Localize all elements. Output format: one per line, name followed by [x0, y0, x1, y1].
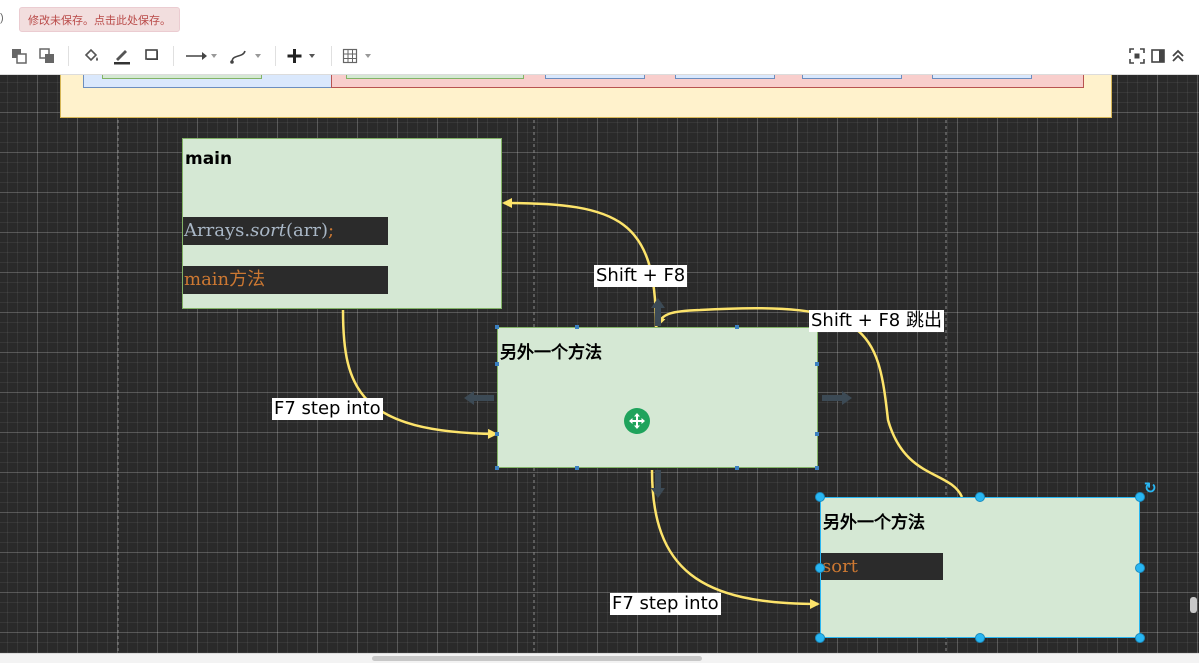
code-args: (arr): [286, 220, 328, 241]
resize-handle[interactable]: [975, 492, 985, 502]
connection-point[interactable]: [495, 432, 499, 436]
node-main-label-line: main方法: [183, 266, 388, 294]
connection-point[interactable]: [575, 466, 579, 470]
hover-arrow-up-icon[interactable]: [648, 296, 668, 328]
edge-label-shift-f8[interactable]: Shift + F8: [594, 265, 688, 287]
hover-arrow-right-icon[interactable]: [818, 388, 854, 408]
code-prefix: Arrays.: [184, 220, 251, 241]
resize-handle[interactable]: [815, 633, 825, 643]
rotate-handle-icon[interactable]: ↻: [1144, 479, 1157, 497]
resize-handle[interactable]: [1135, 563, 1145, 573]
connection-point[interactable]: [735, 325, 739, 329]
resize-handle[interactable]: [975, 633, 985, 643]
node-main[interactable]: main Arrays.sort(arr); main方法: [182, 138, 502, 309]
hover-arrow-left-icon[interactable]: [462, 388, 498, 408]
resize-handle[interactable]: [1135, 633, 1145, 643]
connection-point[interactable]: [815, 466, 819, 470]
connection-point[interactable]: [495, 325, 499, 329]
edge-label-f7-step-into[interactable]: F7 step into: [272, 398, 383, 420]
move-cursor-icon: [624, 408, 650, 434]
connection-point[interactable]: [815, 362, 819, 366]
resize-handle[interactable]: [815, 492, 825, 502]
connection-point[interactable]: [575, 325, 579, 329]
resize-handle[interactable]: [815, 563, 825, 573]
node-main-code-line: Arrays.sort(arr);: [183, 217, 388, 245]
edge-other-to-sort: [650, 469, 820, 609]
connection-point[interactable]: [495, 362, 499, 366]
node-other-method[interactable]: 另外一个方法: [497, 327, 818, 468]
node-sort-title: 另外一个方法: [823, 513, 925, 533]
connection-point[interactable]: [815, 432, 819, 436]
connection-point[interactable]: [735, 466, 739, 470]
code-method: sort: [250, 220, 286, 241]
horizontal-scrollbar[interactable]: [372, 656, 702, 661]
node-main-title: main: [185, 149, 233, 169]
code-semicolon: ;: [328, 220, 335, 241]
node-other-method-title: 另外一个方法: [500, 343, 602, 363]
node-sort-code-line: sort: [821, 553, 943, 580]
hover-arrow-down-icon[interactable]: [648, 468, 668, 500]
vertical-scrollbar[interactable]: [1190, 597, 1197, 613]
node-other-method-sort[interactable]: 另外一个方法 sort: [820, 497, 1140, 638]
connection-point[interactable]: [495, 466, 499, 470]
edge-label-shift-f8-jump-out[interactable]: Shift + F8 跳出: [809, 310, 944, 332]
edge-label-f7-step-into[interactable]: F7 step into: [610, 593, 721, 615]
